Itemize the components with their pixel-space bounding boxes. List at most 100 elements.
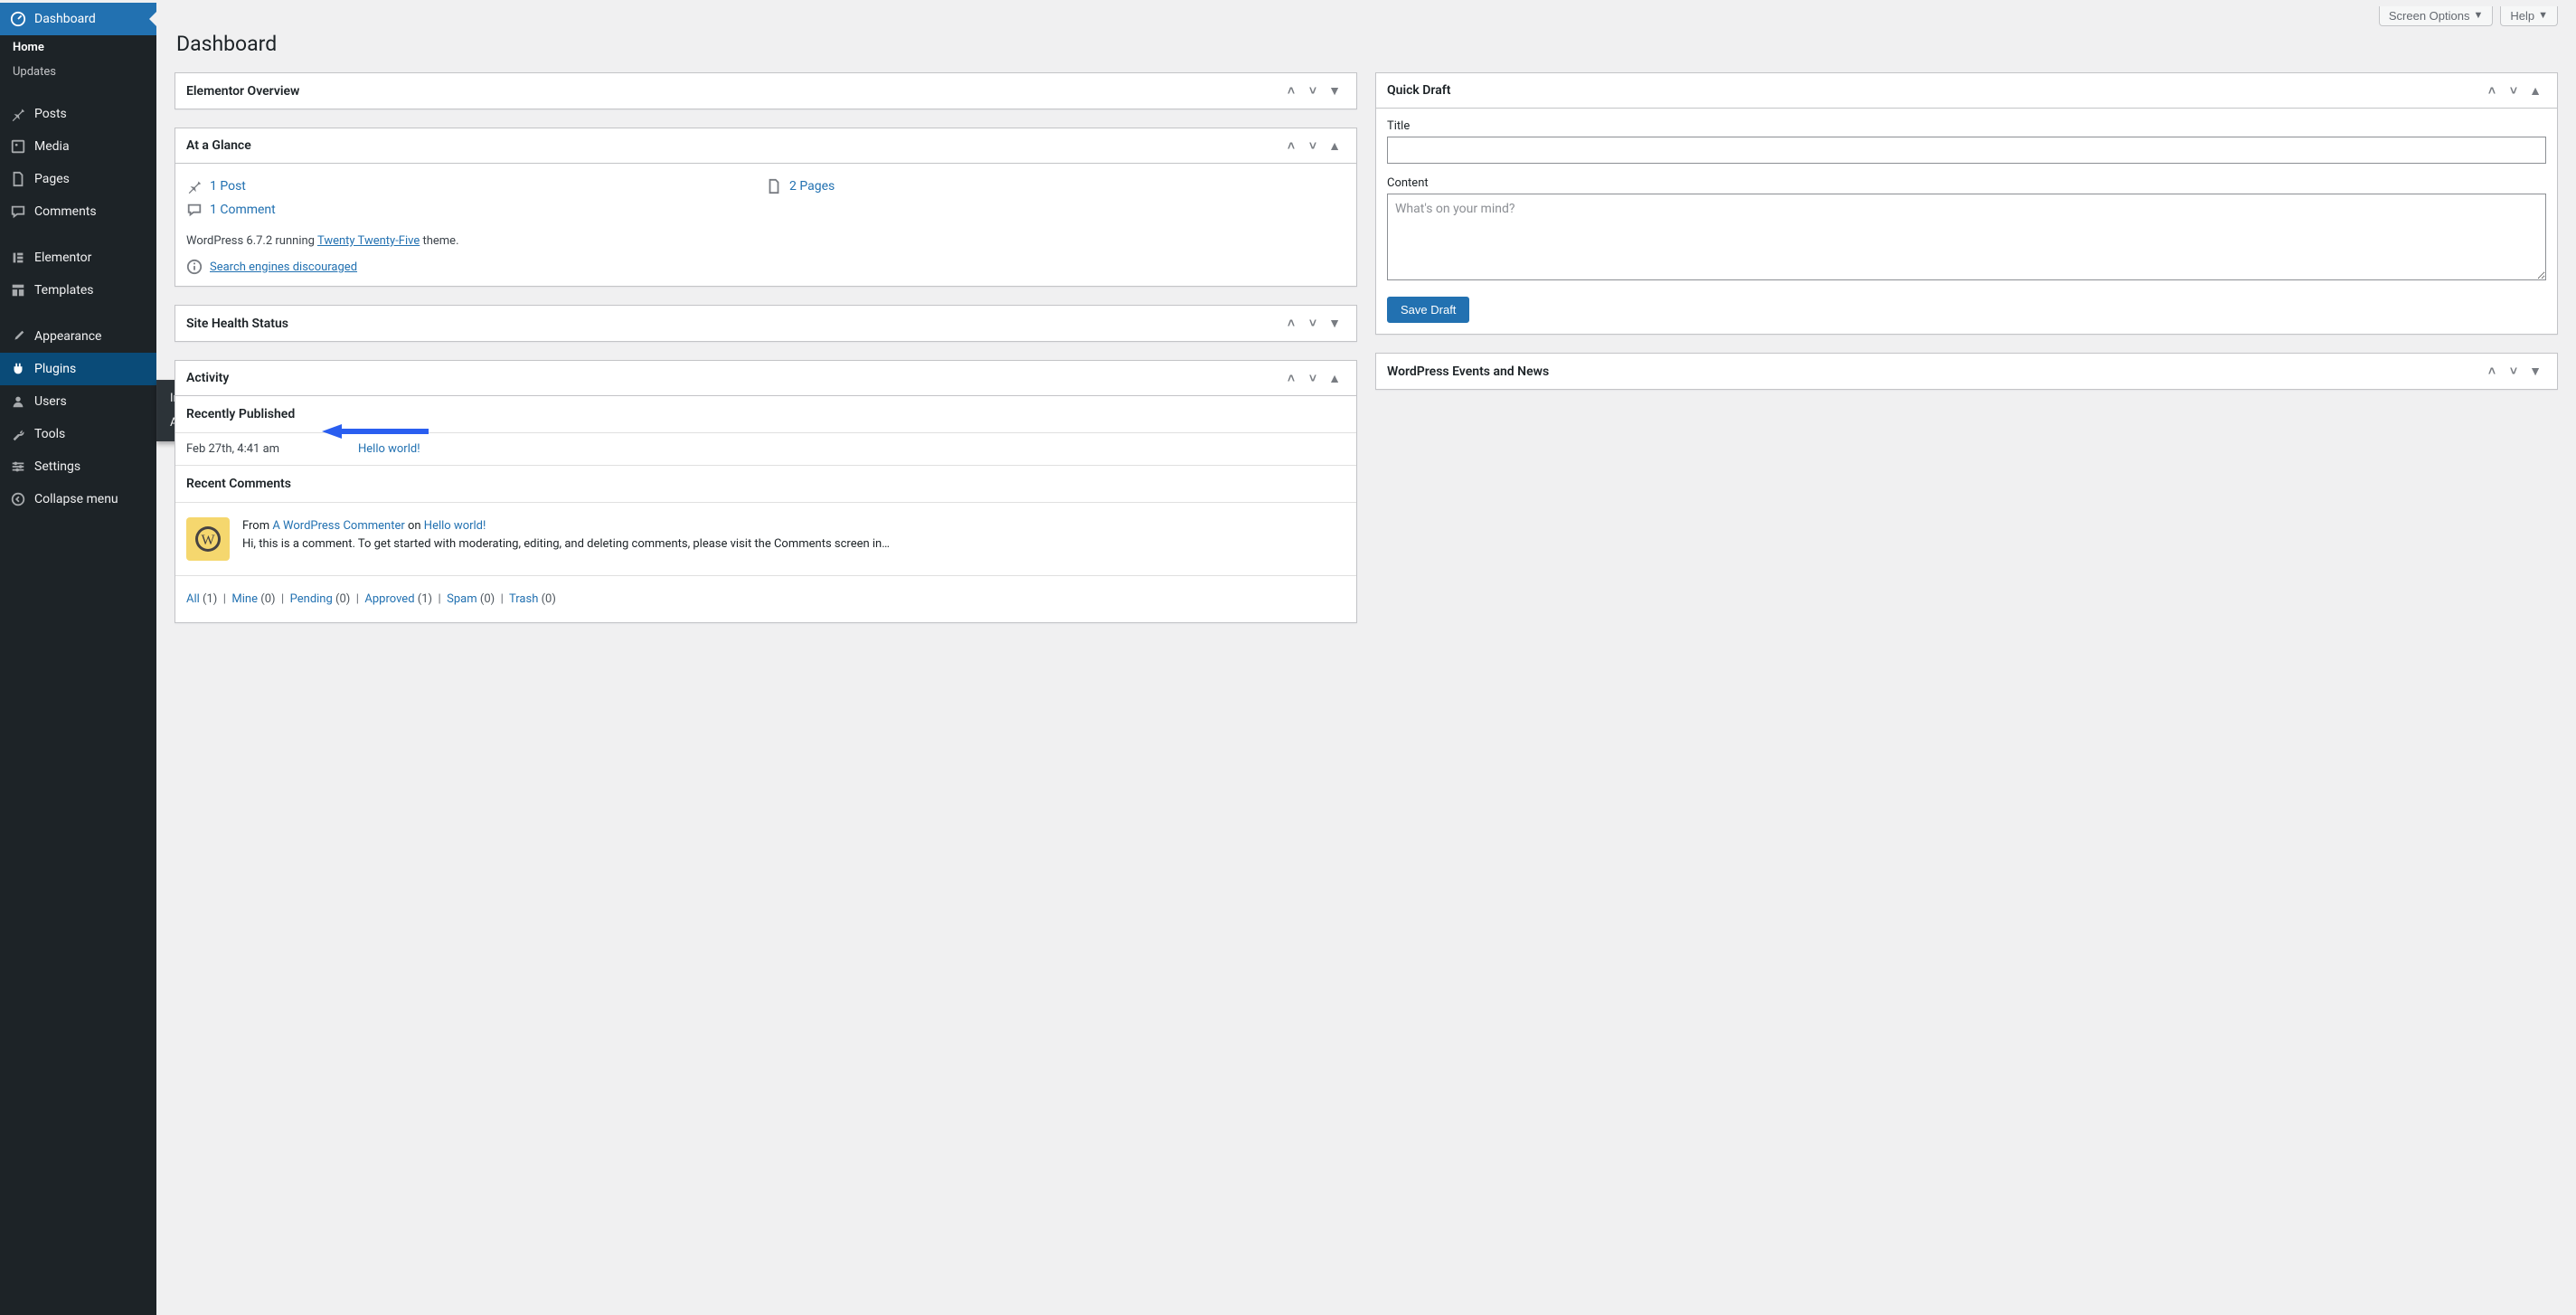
page-title: Dashboard — [176, 32, 2558, 56]
postbox-title: Activity — [186, 371, 1280, 385]
media-icon — [9, 137, 27, 156]
glance-pages[interactable]: 2 Pages — [766, 175, 1345, 198]
filter-trash[interactable]: Trash — [509, 592, 538, 606]
sidebar-item-updates[interactable]: Updates — [0, 60, 156, 84]
glance-version-prefix: WordPress 6.7.2 running — [186, 234, 317, 248]
filter-spam[interactable]: Spam — [447, 592, 477, 606]
toggle-icon[interactable]: ▲ — [1324, 367, 1345, 389]
filter-approved[interactable]: Approved — [364, 592, 414, 606]
postbox-at-a-glance: At a Glance ˄ ˅ ▲ 1 Post 2 Pages — [175, 128, 1357, 287]
move-up-icon[interactable]: ˄ — [1280, 135, 1302, 156]
comment-filters: All (1) | Mine (0) | Pending (0) | Appro… — [175, 575, 1356, 622]
move-up-icon[interactable]: ˄ — [2481, 80, 2503, 101]
glance-pages-text: 2 Pages — [789, 179, 835, 194]
sidebar-item-tools[interactable]: Tools — [0, 418, 156, 450]
filter-pending-count: (0) — [335, 592, 350, 606]
screen-options-label: Screen Options — [2389, 9, 2470, 23]
sidebar-label: Comments — [34, 204, 97, 219]
glance-posts-text: 1 Post — [210, 179, 246, 194]
save-draft-button[interactable]: Save Draft — [1387, 297, 1469, 323]
move-up-icon[interactable]: ˄ — [1280, 313, 1302, 335]
move-down-icon[interactable]: ˅ — [2503, 361, 2524, 383]
comment-post-link[interactable]: Hello world! — [424, 519, 486, 533]
filter-mine[interactable]: Mine — [231, 592, 258, 606]
pin-icon — [9, 105, 27, 123]
screen-options-button[interactable]: Screen Options ▼ — [2379, 6, 2494, 26]
sidebar-item-comments[interactable]: Comments — [0, 195, 156, 228]
quickdraft-content-textarea[interactable] — [1387, 194, 2546, 280]
postbox-title: Site Health Status — [186, 317, 1280, 331]
elementor-icon — [9, 249, 27, 267]
sidebar-label: Collapse menu — [34, 492, 118, 506]
plugin-icon — [9, 360, 27, 378]
postbox-header[interactable]: Elementor Overview ˄ ˅ ▼ — [175, 73, 1356, 109]
toggle-icon[interactable]: ▲ — [1324, 135, 1345, 156]
sidebar-item-users[interactable]: Users — [0, 385, 156, 418]
glance-version-suffix: theme. — [420, 234, 458, 248]
postbox-header[interactable]: At a Glance ˄ ˅ ▲ — [175, 128, 1356, 164]
move-up-icon[interactable]: ˄ — [1280, 80, 1302, 102]
comment-icon — [9, 203, 27, 221]
theme-link[interactable]: Twenty Twenty-Five — [317, 234, 420, 248]
activity-recent-comments-heading: Recent Comments — [175, 466, 1356, 502]
sidebar-item-posts[interactable]: Posts — [0, 98, 156, 130]
avatar: W — [186, 517, 230, 561]
move-down-icon[interactable]: ˅ — [1302, 135, 1324, 156]
move-up-icon[interactable]: ˄ — [2481, 361, 2503, 383]
toggle-icon[interactable]: ▼ — [2524, 361, 2546, 383]
from-label: From — [242, 519, 272, 533]
toggle-icon[interactable]: ▲ — [2524, 80, 2546, 101]
sidebar-item-dashboard[interactable]: Dashboard — [0, 3, 156, 35]
chevron-down-icon: ▼ — [2473, 11, 2483, 21]
sidebar-label: Pages — [34, 172, 70, 186]
glance-comments[interactable]: 1 Comment — [186, 198, 766, 222]
move-down-icon[interactable]: ˅ — [1302, 80, 1324, 102]
toggle-icon[interactable]: ▼ — [1324, 80, 1345, 102]
comment-excerpt: Hi, this is a comment. To get started wi… — [242, 535, 1345, 553]
postbox-header[interactable]: Activity ˄ ˅ ▲ — [175, 361, 1356, 396]
activity-recently-published-heading: Recently Published — [175, 396, 1356, 432]
sidebar-item-settings[interactable]: Settings — [0, 450, 156, 483]
sidebar-item-appearance[interactable]: Appearance — [0, 320, 156, 353]
help-button[interactable]: Help ▼ — [2500, 6, 2558, 26]
sidebar-label: Users — [34, 394, 67, 409]
sidebar-label: Media — [34, 139, 70, 154]
glance-comments-text: 1 Comment — [210, 203, 276, 217]
activity-date: Feb 27th, 4:41 am — [186, 442, 358, 456]
filter-all[interactable]: All — [186, 592, 200, 606]
user-icon — [9, 393, 27, 411]
sidebar-item-pages[interactable]: Pages — [0, 163, 156, 195]
filter-pending[interactable]: Pending — [290, 592, 333, 606]
activity-post-link[interactable]: Hello world! — [358, 442, 420, 456]
move-down-icon[interactable]: ˅ — [2503, 80, 2524, 101]
page-icon — [766, 178, 782, 194]
sidebar-item-elementor[interactable]: Elementor — [0, 241, 156, 274]
sidebar-label: Dashboard — [34, 12, 96, 26]
commenter-link[interactable]: A WordPress Commenter — [272, 519, 404, 533]
sidebar-label: Plugins — [34, 362, 76, 376]
sidebar-item-collapse[interactable]: Collapse menu — [0, 483, 156, 516]
seo-discouraged-link[interactable]: Search engines discouraged — [210, 260, 357, 274]
sidebar-item-templates[interactable]: Templates — [0, 274, 156, 307]
quickdraft-content-label: Content — [1387, 176, 2546, 190]
postbox-header[interactable]: Site Health Status ˄ ˅ ▼ — [175, 306, 1356, 341]
glance-version: WordPress 6.7.2 running Twenty Twenty-Fi… — [186, 234, 1345, 248]
filter-approved-count: (1) — [418, 592, 432, 606]
sidebar-item-media[interactable]: Media — [0, 130, 156, 163]
move-down-icon[interactable]: ˅ — [1302, 313, 1324, 335]
move-down-icon[interactable]: ˅ — [1302, 367, 1324, 389]
sidebar-item-plugins[interactable]: Plugins — [0, 353, 156, 385]
glance-posts[interactable]: 1 Post — [186, 175, 766, 198]
postbox-activity: Activity ˄ ˅ ▲ Recently Published Feb 27… — [175, 360, 1357, 623]
sidebar-label: Elementor — [34, 251, 91, 265]
filter-mine-count: (0) — [260, 592, 275, 606]
postbox-header[interactable]: Quick Draft ˄ ˅ ▲ — [1376, 73, 2557, 109]
toggle-icon[interactable]: ▼ — [1324, 313, 1345, 335]
move-up-icon[interactable]: ˄ — [1280, 367, 1302, 389]
postbox-header[interactable]: WordPress Events and News ˄ ˅ ▼ — [1376, 354, 2557, 389]
activity-row: Feb 27th, 4:41 am Hello world! — [175, 432, 1356, 465]
sidebar-item-home[interactable]: Home — [0, 35, 156, 60]
sidebar-label: Appearance — [34, 329, 101, 344]
postbox-elementor-overview: Elementor Overview ˄ ˅ ▼ — [175, 72, 1357, 109]
quickdraft-title-input[interactable] — [1387, 137, 2546, 164]
